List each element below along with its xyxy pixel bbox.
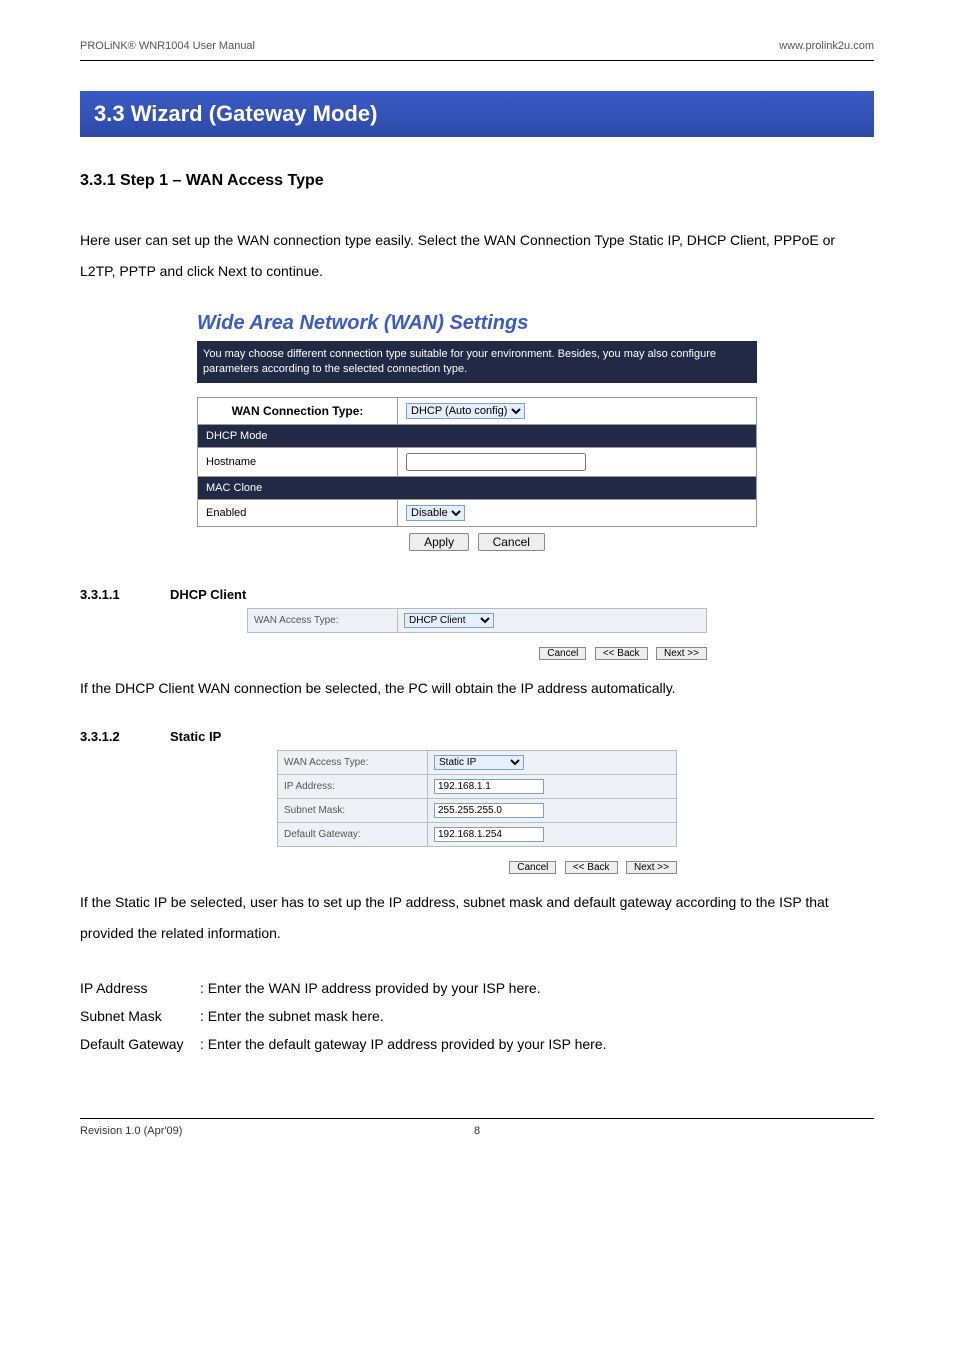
- dhcp-access-label: WAN Access Type:: [248, 609, 398, 633]
- static-ip-label: IP Address:: [278, 775, 428, 799]
- wan-conn-type-label: WAN Connection Type:: [198, 398, 398, 425]
- def-gw-desc: : Enter the default gateway IP address p…: [200, 1030, 607, 1058]
- mac-clone-header: MAC Clone: [198, 477, 757, 500]
- static-cancel-button[interactable]: Cancel: [509, 861, 556, 874]
- dhcp-next-button[interactable]: Next >>: [656, 647, 707, 660]
- apply-button[interactable]: Apply: [409, 533, 469, 551]
- intro-text: Here user can set up the WAN connection …: [80, 225, 874, 287]
- dhcp-mode-header: DHCP Mode: [198, 425, 757, 448]
- header-right: www.prolink2u.com: [779, 40, 874, 52]
- static-mask-input[interactable]: [434, 803, 544, 818]
- static-next-button[interactable]: Next >>: [626, 861, 677, 874]
- def-ip-term: IP Address: [80, 974, 200, 1002]
- section-banner: 3.3 Wizard (Gateway Mode): [80, 91, 874, 137]
- dhcp-access-select[interactable]: DHCP Client: [404, 613, 494, 628]
- hostname-input[interactable]: [406, 453, 586, 471]
- subheading-step1: 3.3.1 Step 1 – WAN Access Type: [80, 172, 874, 190]
- static-ip-input[interactable]: [434, 779, 544, 794]
- static-access-select[interactable]: Static IP: [434, 755, 524, 770]
- hostname-label: Hostname: [198, 448, 398, 477]
- static-mask-label: Subnet Mask:: [278, 799, 428, 823]
- enabled-select[interactable]: Disable: [406, 505, 465, 521]
- header-divider: [80, 60, 874, 61]
- sec-3311-title: DHCP Client: [170, 587, 246, 602]
- static-text: If the Static IP be selected, user has t…: [80, 887, 874, 949]
- static-back-button[interactable]: << Back: [565, 861, 618, 874]
- wan-title: Wide Area Network (WAN) Settings: [197, 312, 757, 335]
- wan-description: You may choose different connection type…: [197, 341, 757, 384]
- static-gw-label: Default Gateway:: [278, 823, 428, 847]
- static-access-label: WAN Access Type:: [278, 751, 428, 775]
- def-mask-desc: : Enter the subnet mask here.: [200, 1002, 384, 1030]
- wan-settings-panel: Wide Area Network (WAN) Settings You may…: [197, 312, 757, 558]
- sec-3311-num: 3.3.1.1: [80, 587, 170, 602]
- dhcp-cancel-button[interactable]: Cancel: [539, 647, 586, 660]
- sec-3312-title: Static IP: [170, 729, 221, 744]
- sec-3312-num: 3.3.1.2: [80, 729, 170, 744]
- header-left: PROLiNK® WNR1004 User Manual: [80, 40, 255, 52]
- footer-left: Revision 1.0 (Apr'09): [80, 1125, 182, 1137]
- dhcp-back-button[interactable]: << Back: [595, 647, 648, 660]
- def-ip-desc: : Enter the WAN IP address provided by y…: [200, 974, 541, 1002]
- def-gw-term: Default Gateway: [80, 1030, 200, 1058]
- dhcp-text: If the DHCP Client WAN connection be sel…: [80, 673, 874, 704]
- cancel-button[interactable]: Cancel: [478, 533, 545, 551]
- enabled-label: Enabled: [198, 500, 398, 527]
- footer-page-number: 8: [474, 1125, 480, 1137]
- def-mask-term: Subnet Mask: [80, 1002, 200, 1030]
- static-gw-input[interactable]: [434, 827, 544, 842]
- wan-conn-type-select[interactable]: DHCP (Auto config): [406, 403, 525, 419]
